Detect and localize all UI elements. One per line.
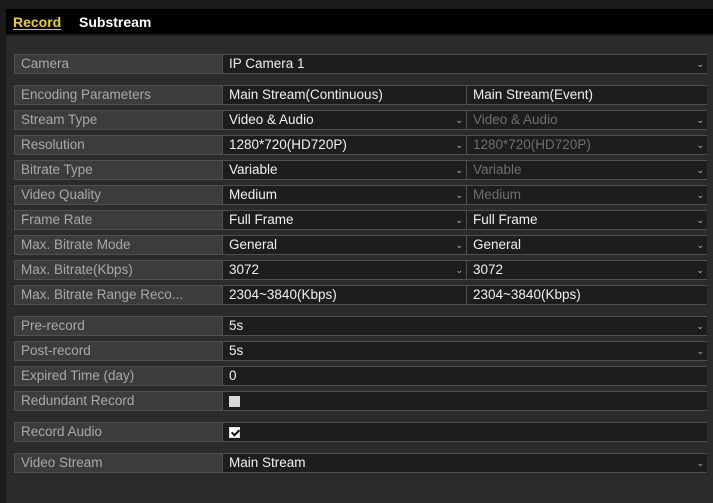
frame-rate-event-select[interactable]: Full Frame ⌄ (467, 211, 707, 229)
video-stream-select[interactable]: Main Stream ⌄ (223, 454, 707, 472)
video-stream-row: Video Stream Main Stream ⌄ (14, 453, 707, 473)
resolution-event-select: 1280*720(HD720P) ⌄ (467, 136, 707, 154)
stream-type-event-select: Video & Audio ⌄ (467, 111, 707, 129)
stream-type-event-value: Video & Audio (473, 112, 558, 127)
max-bitrate-mode-continuous-value: General (229, 237, 278, 252)
record-audio-label: Record Audio (15, 423, 223, 441)
expired-time-row: Expired Time (day) 0 (14, 366, 707, 386)
max-bitrate-continuous-select[interactable]: 3072 ⌄ (223, 261, 467, 279)
expired-time-label: Expired Time (day) (15, 367, 223, 385)
bitrate-type-label: Bitrate Type (15, 161, 223, 179)
redundant-record-row: Redundant Record (14, 391, 707, 411)
chevron-down-icon: ⌄ (455, 190, 463, 200)
stream-type-continuous-value: Video & Audio (229, 112, 314, 127)
max-bitrate-mode-event-value: General (473, 237, 522, 252)
chevron-down-icon: ⌄ (455, 165, 463, 175)
frame-rate-continuous-value: Full Frame (229, 212, 294, 227)
chevron-down-icon: ⌄ (696, 215, 704, 225)
bitrate-type-continuous-select[interactable]: Variable ⌄ (223, 161, 467, 179)
chevron-down-icon: ⌄ (696, 59, 704, 69)
video-quality-continuous-value: Medium (229, 187, 278, 202)
pre-record-value: 5s (229, 318, 244, 333)
max-bitrate-range-label: Max. Bitrate Range Reco... (15, 286, 223, 304)
max-bitrate-mode-label: Max. Bitrate Mode (15, 236, 223, 254)
max-bitrate-range-row: Max. Bitrate Range Reco... 2304~3840(Kbp… (14, 285, 707, 305)
max-bitrate-event-select[interactable]: 3072 ⌄ (467, 261, 707, 279)
video-stream-label: Video Stream (15, 454, 223, 472)
video-quality-event-value: Medium (473, 187, 522, 202)
bitrate-type-event-value: Variable (473, 162, 522, 177)
video-quality-event-select: Medium ⌄ (467, 186, 707, 204)
pre-record-select[interactable]: 5s ⌄ (223, 317, 707, 335)
pre-record-label: Pre-record (15, 317, 223, 335)
max-bitrate-range-continuous-value: 2304~3840(Kbps) (223, 286, 467, 304)
camera-select[interactable]: IP Camera 1 ⌄ (223, 55, 707, 73)
max-bitrate-mode-event-select[interactable]: General ⌄ (467, 236, 707, 254)
resolution-label: Resolution (15, 136, 223, 154)
redundant-record-checkbox[interactable] (229, 396, 240, 407)
post-record-select[interactable]: 5s ⌄ (223, 342, 707, 360)
chevron-down-icon: ⌄ (696, 346, 704, 356)
encoding-header-row: Encoding Parameters Main Stream(Continuo… (14, 85, 707, 105)
frame-rate-row: Frame Rate Full Frame ⌄ Full Frame ⌄ (14, 210, 707, 230)
chevron-down-icon: ⌄ (696, 165, 704, 175)
pre-record-row: Pre-record 5s ⌄ (14, 316, 707, 336)
chevron-down-icon: ⌄ (455, 215, 463, 225)
main-stream-continuous-header: Main Stream(Continuous) (223, 86, 467, 104)
record-audio-checkbox[interactable] (229, 427, 240, 438)
stream-type-label: Stream Type (15, 111, 223, 129)
video-quality-continuous-select[interactable]: Medium ⌄ (223, 186, 467, 204)
redundant-record-label: Redundant Record (15, 392, 223, 410)
record-audio-cell (223, 423, 707, 441)
stream-type-continuous-select[interactable]: Video & Audio ⌄ (223, 111, 467, 129)
record-audio-row: Record Audio (14, 422, 707, 442)
chevron-down-icon: ⌄ (455, 140, 463, 150)
tab-substream[interactable]: Substream (79, 14, 151, 30)
tab-record[interactable]: Record (13, 14, 61, 30)
chevron-down-icon: ⌄ (696, 265, 704, 275)
max-bitrate-continuous-value: 3072 (229, 262, 260, 277)
encoding-parameters-label: Encoding Parameters (15, 86, 223, 104)
expired-time-input[interactable]: 0 (223, 367, 707, 385)
max-bitrate-label: Max. Bitrate(Kbps) (15, 261, 223, 279)
main-stream-event-header: Main Stream(Event) (467, 86, 707, 104)
video-quality-row: Video Quality Medium ⌄ Medium ⌄ (14, 185, 707, 205)
tab-bar: Record Substream (6, 9, 713, 34)
chevron-down-icon: ⌄ (696, 115, 704, 125)
chevron-down-icon: ⌄ (455, 265, 463, 275)
bitrate-type-event-select: Variable ⌄ (467, 161, 707, 179)
post-record-row: Post-record 5s ⌄ (14, 341, 707, 361)
resolution-continuous-value: 1280*720(HD720P) (229, 137, 347, 152)
camera-value: IP Camera 1 (229, 56, 305, 71)
resolution-continuous-select[interactable]: 1280*720(HD720P) ⌄ (223, 136, 467, 154)
camera-label: Camera (15, 55, 223, 73)
post-record-value: 5s (229, 343, 244, 358)
camera-row: Camera IP Camera 1 ⌄ (14, 54, 707, 74)
max-bitrate-mode-continuous-select[interactable]: General ⌄ (223, 236, 467, 254)
max-bitrate-row: Max. Bitrate(Kbps) 3072 ⌄ 3072 ⌄ (14, 260, 707, 280)
bitrate-type-continuous-value: Variable (229, 162, 278, 177)
redundant-record-cell (223, 392, 707, 410)
chevron-down-icon: ⌄ (455, 115, 463, 125)
frame-rate-continuous-select[interactable]: Full Frame ⌄ (223, 211, 467, 229)
video-quality-label: Video Quality (15, 186, 223, 204)
resolution-row: Resolution 1280*720(HD720P) ⌄ 1280*720(HD… (14, 135, 707, 155)
max-bitrate-range-event-value: 2304~3840(Kbps) (467, 286, 707, 304)
max-bitrate-event-value: 3072 (473, 262, 504, 277)
frame-rate-label: Frame Rate (15, 211, 223, 229)
stream-type-row: Stream Type Video & Audio ⌄ Video & Audio… (14, 110, 707, 130)
post-record-label: Post-record (15, 342, 223, 360)
chevron-down-icon: ⌄ (696, 240, 704, 250)
video-stream-value: Main Stream (229, 455, 306, 470)
chevron-down-icon: ⌄ (696, 458, 704, 468)
bitrate-type-row: Bitrate Type Variable ⌄ Variable ⌄ (14, 160, 707, 180)
chevron-down-icon: ⌄ (696, 321, 704, 331)
frame-rate-event-value: Full Frame (473, 212, 538, 227)
max-bitrate-mode-row: Max. Bitrate Mode General ⌄ General ⌄ (14, 235, 707, 255)
chevron-down-icon: ⌄ (696, 140, 704, 150)
resolution-event-value: 1280*720(HD720P) (473, 137, 591, 152)
chevron-down-icon: ⌄ (696, 190, 704, 200)
chevron-down-icon: ⌄ (455, 240, 463, 250)
